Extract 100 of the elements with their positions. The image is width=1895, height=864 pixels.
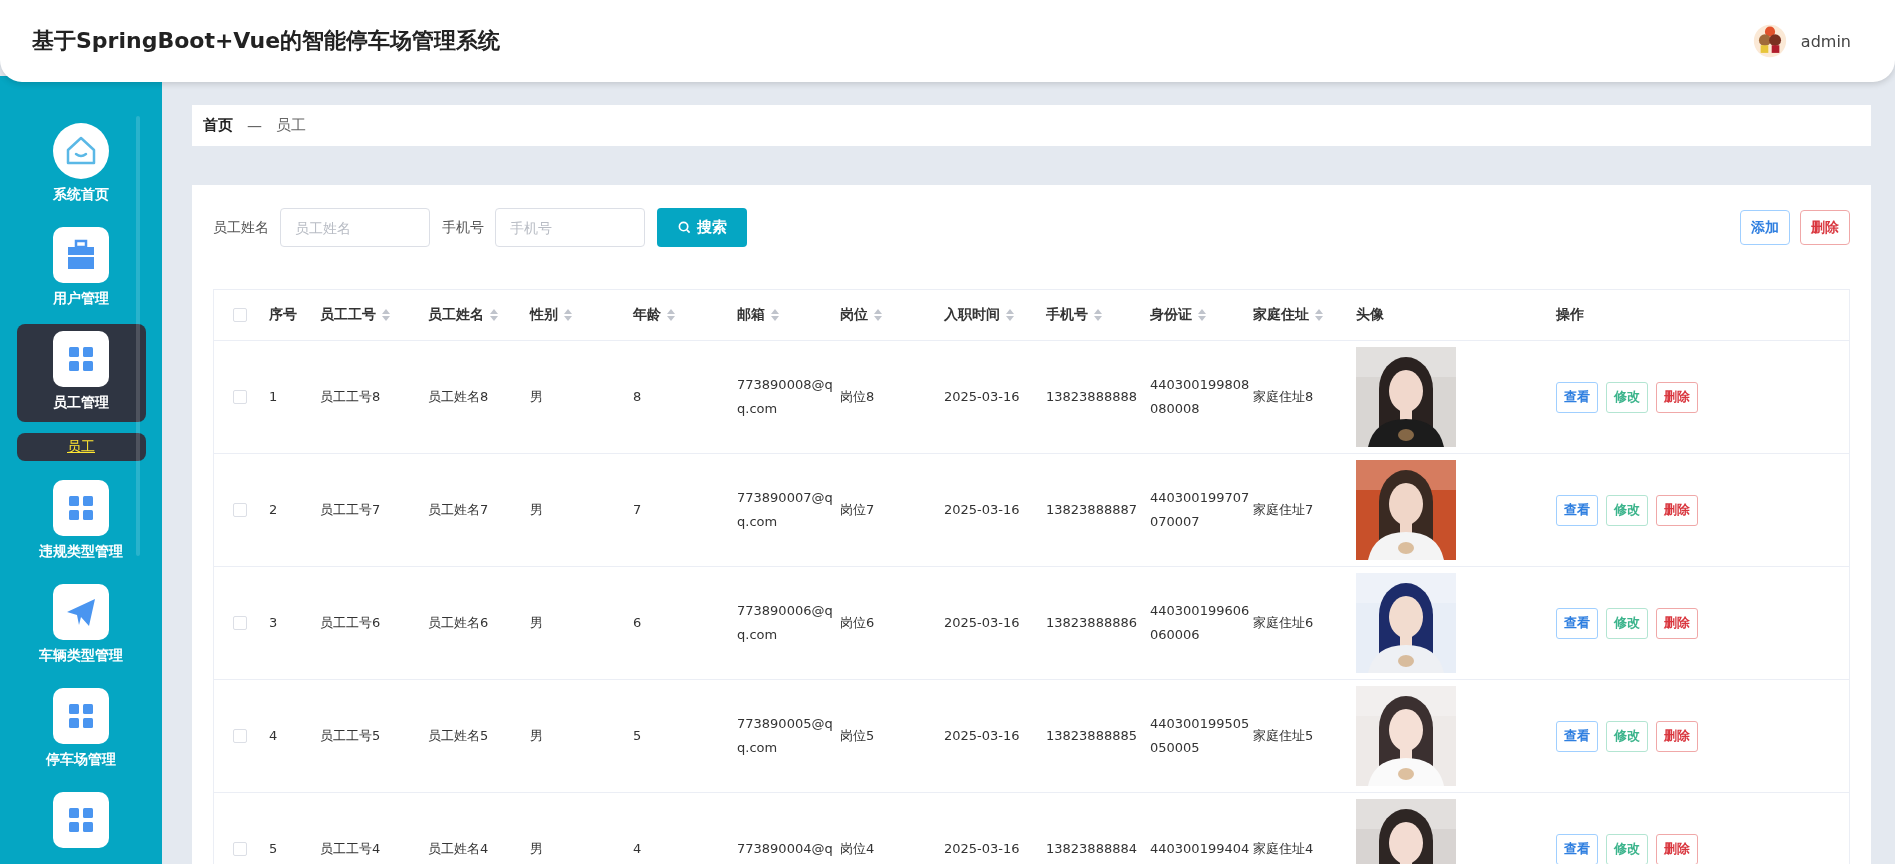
- add-button[interactable]: 添加: [1740, 210, 1790, 245]
- search-button[interactable]: 搜索: [657, 208, 747, 247]
- search-icon: [677, 221, 691, 234]
- sidebar-item[interactable]: 违规类型管理: [16, 473, 146, 571]
- delete-button[interactable]: 删除: [1656, 607, 1698, 639]
- table-cell-text: 岗位4: [840, 840, 875, 858]
- table-cell-text: 3: [269, 614, 278, 632]
- table-cell-text: 员工工号8: [320, 388, 381, 406]
- column-header[interactable]: 手机号: [1046, 306, 1102, 324]
- column-header[interactable]: 头像: [1356, 306, 1384, 324]
- column-header[interactable]: 身份证: [1150, 306, 1206, 324]
- app-title: 基于SpringBoot+Vue的智能停车场管理系统: [32, 27, 501, 55]
- table-cell-text: 2025-03-16: [944, 501, 1020, 519]
- sort-icon[interactable]: [382, 309, 390, 321]
- row-checkbox[interactable]: [232, 616, 247, 630]
- table-cell-text: 773890004@q: [737, 840, 833, 858]
- table-cell-text: 员工姓名8: [428, 388, 489, 406]
- table-cell-text: 2: [269, 501, 278, 519]
- column-header[interactable]: 操作: [1556, 306, 1584, 324]
- table-cell-text: 员工工号4: [320, 840, 381, 858]
- column-header[interactable]: 家庭住址: [1253, 306, 1323, 324]
- table-cell-text: 男: [530, 727, 543, 745]
- column-header[interactable]: 邮箱: [737, 306, 779, 324]
- edit-button[interactable]: 修改: [1606, 381, 1648, 413]
- sidebar-item[interactable]: 员工管理: [16, 324, 146, 422]
- user-name[interactable]: admin: [1800, 31, 1851, 51]
- table-cell-text: 13823888885: [1046, 727, 1137, 745]
- row-checkbox[interactable]: [232, 842, 247, 856]
- table-cell-text: 员工姓名4: [428, 840, 489, 858]
- row-checkbox[interactable]: [232, 729, 247, 743]
- column-header[interactable]: 性别: [530, 306, 572, 324]
- row-checkbox[interactable]: [232, 390, 247, 404]
- sidebar-item[interactable]: 用户管理: [16, 220, 146, 318]
- sidebar-item[interactable]: 车辆类型管理: [16, 577, 146, 675]
- table-cell-text: 13823888886: [1046, 614, 1137, 632]
- sort-icon[interactable]: [1198, 309, 1206, 321]
- edit-button[interactable]: 修改: [1606, 833, 1648, 864]
- table-cell-text: 6: [633, 614, 642, 632]
- delete-button[interactable]: 删除: [1800, 210, 1850, 245]
- select-all-checkbox[interactable]: [232, 308, 247, 322]
- column-header[interactable]: 员工工号: [320, 306, 390, 324]
- sort-icon[interactable]: [490, 309, 498, 321]
- view-button[interactable]: 查看: [1556, 607, 1598, 639]
- sort-icon[interactable]: [1006, 309, 1014, 321]
- column-header[interactable]: 年龄: [633, 306, 675, 324]
- delete-button[interactable]: 删除: [1656, 494, 1698, 526]
- sort-icon[interactable]: [1315, 309, 1323, 321]
- table-cell-text: 773890005@q q.com: [737, 715, 833, 757]
- table-cell-text: 2025-03-16: [944, 388, 1020, 406]
- sort-icon[interactable]: [1094, 309, 1102, 321]
- table-cell-text: 773890008@q q.com: [737, 376, 833, 418]
- avatar-icon[interactable]: [1752, 24, 1787, 58]
- delete-button[interactable]: 删除: [1656, 720, 1698, 752]
- table-cell-text: 440300199404: [1150, 840, 1250, 858]
- view-button[interactable]: 查看: [1556, 494, 1598, 526]
- breadcrumb-link[interactable]: 首页: [203, 116, 233, 135]
- edit-button[interactable]: 修改: [1606, 607, 1648, 639]
- table-cell-text: 13823888887: [1046, 501, 1137, 519]
- search-field[interactable]: 手机号: [495, 208, 645, 247]
- table-cell-text: 1: [269, 388, 278, 406]
- table-cell-text: 岗位5: [840, 727, 875, 745]
- field-label: 手机号: [442, 218, 484, 237]
- search-field[interactable]: 员工姓名: [280, 208, 430, 247]
- submenu-item[interactable]: 员工: [16, 433, 146, 461]
- table-cell-text: 员工姓名5: [428, 727, 489, 745]
- column-header[interactable]: 岗位: [840, 306, 882, 324]
- table-cell-text: 13823888888: [1046, 388, 1137, 406]
- table-cell-text: 男: [530, 614, 543, 632]
- view-button[interactable]: 查看: [1556, 720, 1598, 752]
- sort-icon[interactable]: [874, 309, 882, 321]
- table-cell-text: 7: [633, 501, 642, 519]
- sort-icon[interactable]: [771, 309, 779, 321]
- table-cell-text: 440300199808 080008: [1150, 376, 1250, 418]
- table-cell-text: 家庭住址6: [1253, 614, 1314, 632]
- row-checkbox[interactable]: [232, 503, 247, 517]
- table-cell-text: 773890007@q q.com: [737, 489, 833, 531]
- table-cell-text: 440300199505 050005: [1150, 715, 1250, 757]
- table-cell-text: 家庭住址7: [1253, 501, 1314, 519]
- table-cell-text: 岗位7: [840, 501, 875, 519]
- delete-button[interactable]: 删除: [1656, 833, 1698, 864]
- table-cell-text: 5: [269, 840, 278, 858]
- edit-button[interactable]: 修改: [1606, 720, 1648, 752]
- table-cell-text: 男: [530, 388, 543, 406]
- sort-icon[interactable]: [564, 309, 572, 321]
- view-button[interactable]: 查看: [1556, 381, 1598, 413]
- table-cell-text: 2025-03-16: [944, 840, 1020, 858]
- delete-button[interactable]: 删除: [1656, 381, 1698, 413]
- sort-icon[interactable]: [667, 309, 675, 321]
- table-cell-text: 13823888884: [1046, 840, 1137, 858]
- column-header[interactable]: 员工姓名: [428, 306, 498, 324]
- sidebar-item[interactable]: 系统首页: [16, 116, 146, 214]
- home-icon: [53, 123, 109, 179]
- table-cell-text: 家庭住址8: [1253, 388, 1314, 406]
- table-cell-text: 岗位6: [840, 614, 875, 632]
- edit-button[interactable]: 修改: [1606, 494, 1648, 526]
- sidebar-item[interactable]: 停车场管理: [16, 681, 146, 779]
- column-header[interactable]: 入职时间: [944, 306, 1014, 324]
- table-cell-text: 家庭住址5: [1253, 727, 1314, 745]
- view-button[interactable]: 查看: [1556, 833, 1598, 864]
- column-header[interactable]: 序号: [269, 306, 297, 324]
